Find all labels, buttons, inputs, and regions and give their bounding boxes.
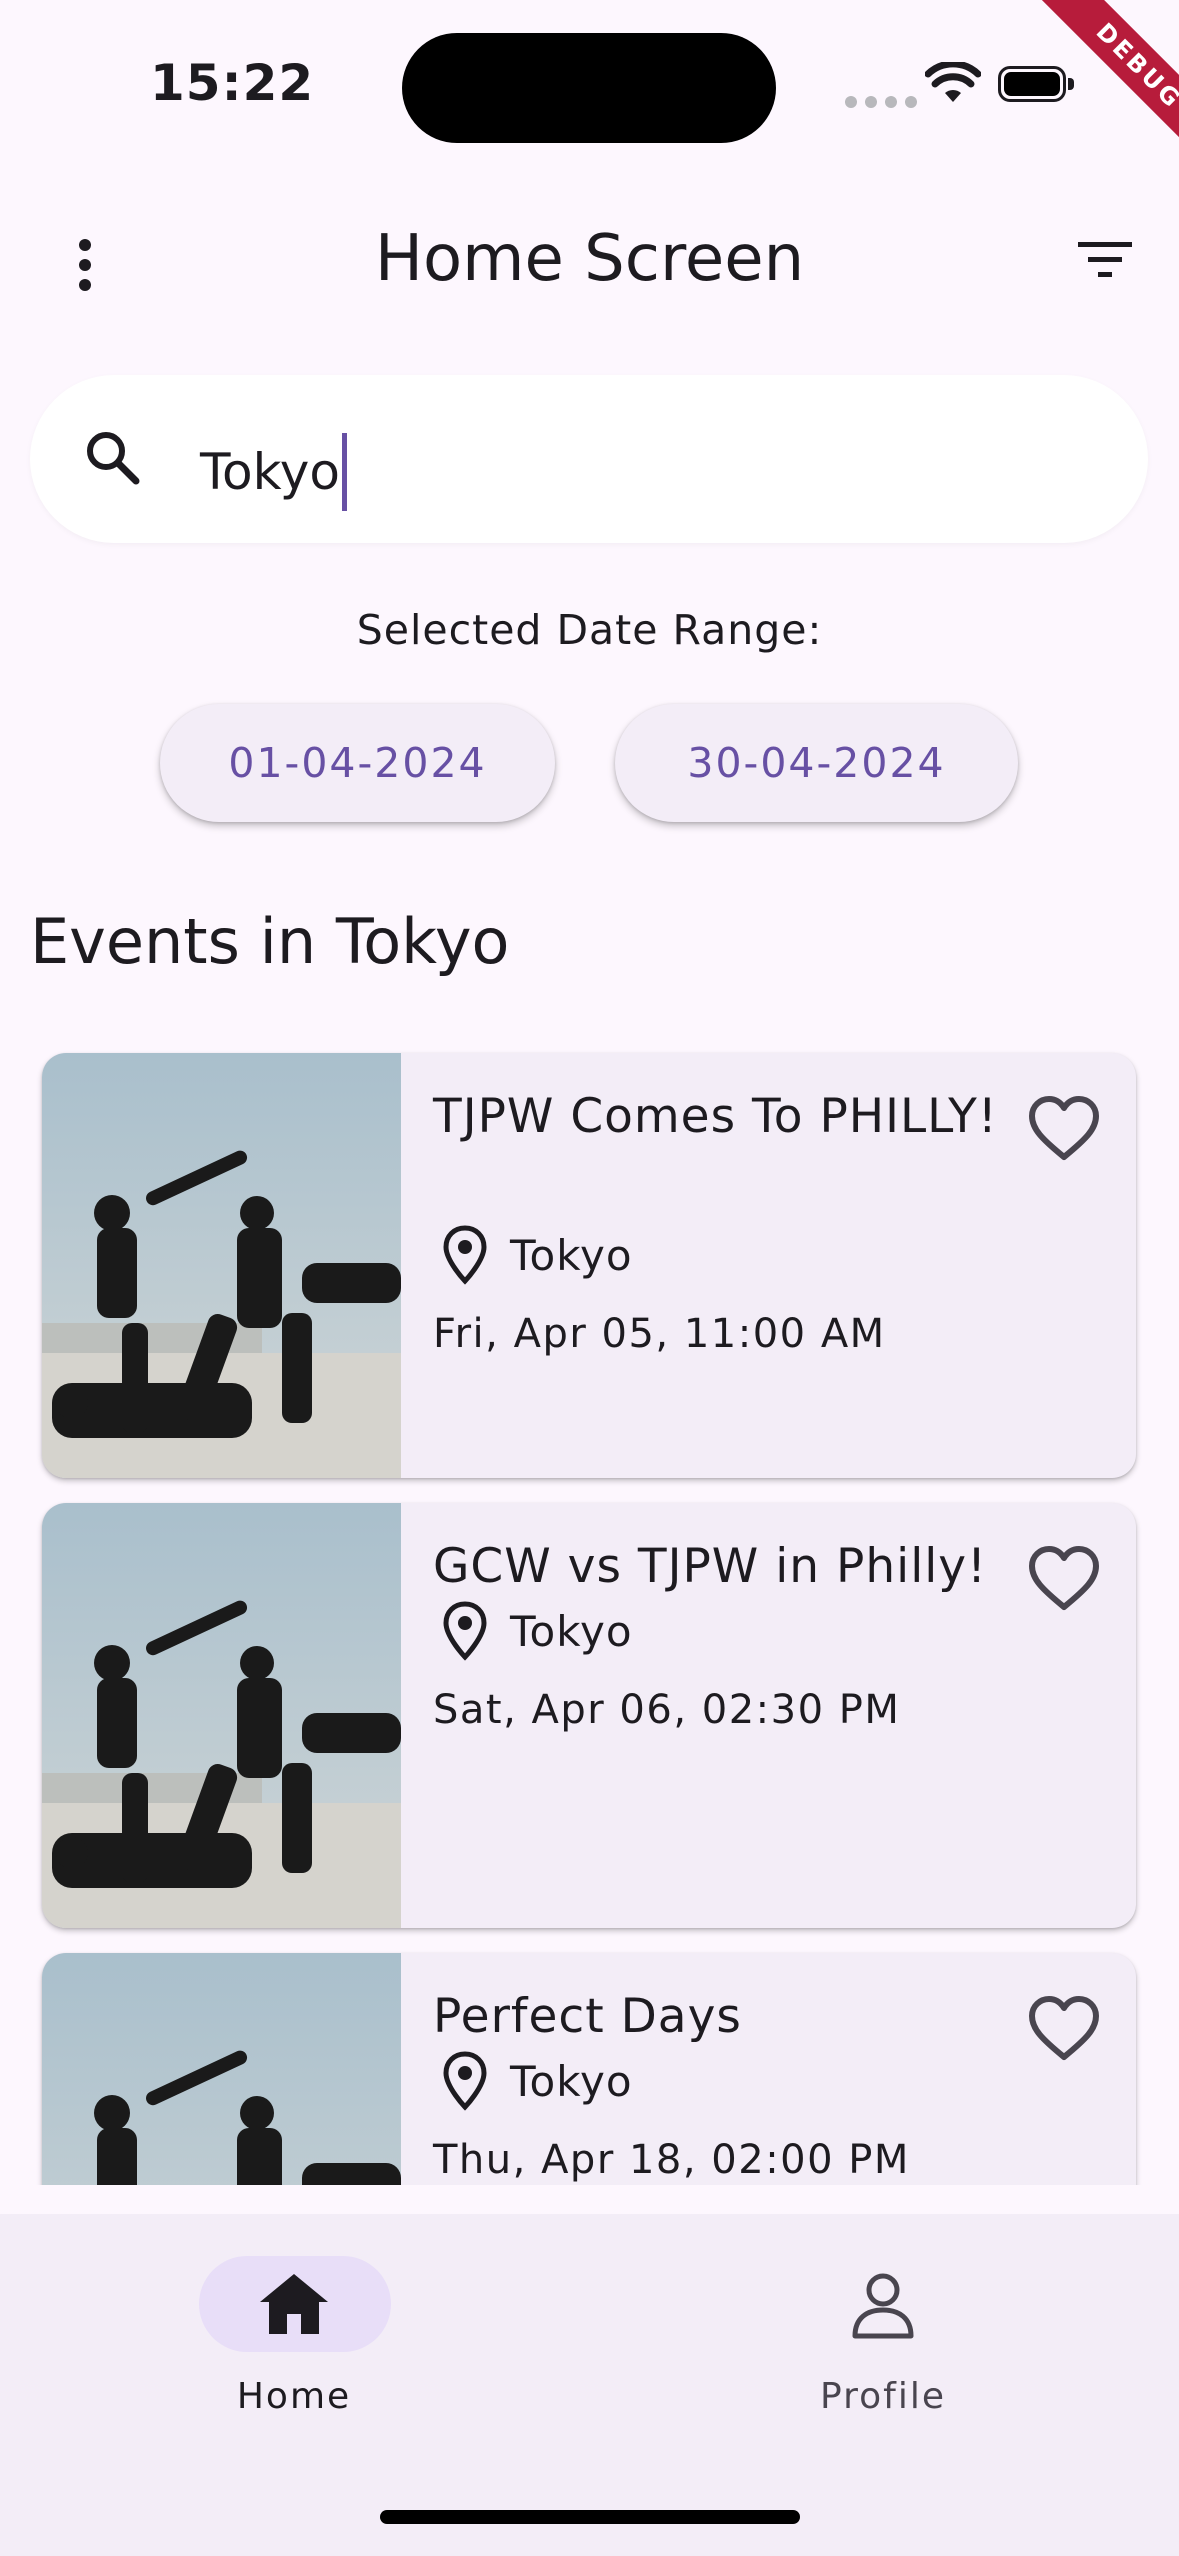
event-title: GCW vs TJPW in Philly! bbox=[433, 1539, 987, 1594]
dynamic-island bbox=[402, 33, 776, 143]
person-icon bbox=[852, 2273, 914, 2339]
event-image bbox=[42, 1503, 401, 1928]
location-pin-icon bbox=[443, 1601, 487, 1661]
cellular-signal-icon bbox=[845, 96, 917, 108]
event-image bbox=[42, 1053, 401, 1478]
page-title: Home Screen bbox=[374, 222, 805, 296]
end-date-button[interactable]: 30-04-2024 bbox=[615, 704, 1018, 822]
event-location: Tokyo bbox=[442, 2051, 633, 2111]
event-card[interactable]: GCW vs TJPW in Philly! Tokyo Sat, Apr 06… bbox=[42, 1503, 1136, 1928]
event-location-text: Tokyo bbox=[510, 1606, 633, 1656]
event-card[interactable]: TJPW Comes To PHILLY! Tokyo Fri, Apr 05,… bbox=[42, 1053, 1136, 1478]
event-location: Tokyo bbox=[442, 1601, 633, 1661]
search-input-value: Tokyo bbox=[200, 443, 340, 501]
search-icon bbox=[87, 432, 140, 485]
event-location-text: Tokyo bbox=[510, 2056, 633, 2106]
section-title: Events in Tokyo bbox=[30, 905, 510, 978]
home-icon bbox=[260, 2274, 328, 2334]
date-range-label: Selected Date Range: bbox=[356, 606, 823, 654]
event-image bbox=[42, 1953, 401, 2185]
favorite-heart-icon[interactable] bbox=[1024, 1089, 1104, 1169]
filter-button[interactable] bbox=[1060, 215, 1150, 305]
wifi-icon bbox=[924, 60, 982, 110]
nav-label-home: Home bbox=[236, 2376, 352, 2417]
bottom-navigation-bar: Home Profile bbox=[0, 2214, 1179, 2556]
location-pin-icon bbox=[443, 1225, 487, 1285]
text-cursor bbox=[342, 433, 347, 511]
home-indicator bbox=[380, 2510, 800, 2524]
event-title: Perfect Days bbox=[433, 1989, 742, 2044]
event-card[interactable]: Perfect Days Tokyo Thu, Apr 18, 02:00 PM bbox=[42, 1953, 1136, 2185]
status-time: 15:22 bbox=[150, 54, 315, 112]
event-title: TJPW Comes To PHILLY! bbox=[433, 1089, 998, 1144]
favorite-heart-icon[interactable] bbox=[1024, 1989, 1104, 2069]
nav-item-profile[interactable]: Profile bbox=[733, 2256, 1033, 2426]
start-date-button[interactable]: 01-04-2024 bbox=[160, 704, 555, 822]
event-datetime: Thu, Apr 18, 02:00 PM bbox=[433, 2137, 910, 2183]
nav-item-home[interactable]: Home bbox=[144, 2256, 444, 2426]
favorite-heart-icon[interactable] bbox=[1024, 1539, 1104, 1619]
location-pin-icon bbox=[443, 2051, 487, 2111]
events-list[interactable]: TJPW Comes To PHILLY! Tokyo Fri, Apr 05,… bbox=[0, 1040, 1179, 2185]
debug-banner: DEBUG bbox=[979, 0, 1179, 200]
nav-label-profile: Profile bbox=[820, 2376, 946, 2417]
event-location: Tokyo bbox=[442, 1225, 633, 1285]
event-datetime: Sat, Apr 06, 02:30 PM bbox=[433, 1687, 901, 1733]
search-bar[interactable]: Tokyo bbox=[30, 375, 1148, 543]
filter-icon bbox=[1078, 242, 1132, 277]
event-location-text: Tokyo bbox=[510, 1230, 633, 1280]
event-datetime: Fri, Apr 05, 11:00 AM bbox=[433, 1311, 886, 1357]
search-input[interactable]: Tokyo bbox=[200, 433, 347, 511]
